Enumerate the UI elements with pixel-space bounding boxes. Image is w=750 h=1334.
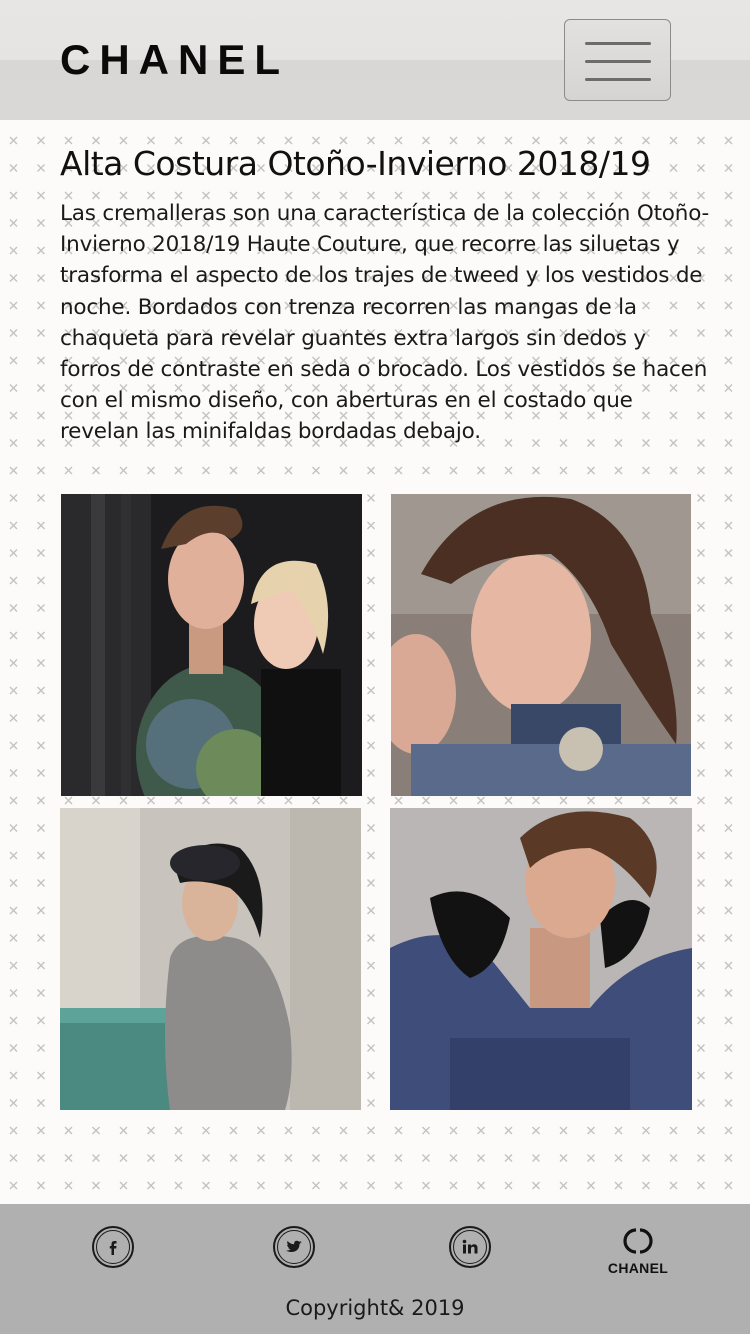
page-title: Alta Costura Otoño-Invierno 2018/19 xyxy=(60,144,651,183)
model-photo-4[interactable] xyxy=(390,808,692,1110)
hamburger-line xyxy=(585,42,651,45)
header: CHANEL xyxy=(0,0,750,120)
footer: CHANEL Copyright& 2019 xyxy=(0,1204,750,1334)
copyright-text: Copyright& 2019 xyxy=(285,1296,465,1320)
model-photo-2[interactable] xyxy=(391,494,691,796)
menu-button[interactable] xyxy=(564,19,671,101)
main-content: Alta Costura Otoño-Invierno 2018/19 Las … xyxy=(0,120,750,1204)
model-photo-3[interactable] xyxy=(60,808,361,1110)
linkedin-icon[interactable] xyxy=(449,1226,491,1268)
double-c-logo-icon xyxy=(623,1228,653,1254)
article-body: Las cremalleras son una característica d… xyxy=(60,201,710,445)
chanel-brand-icon[interactable]: CHANEL xyxy=(606,1226,670,1276)
hamburger-line xyxy=(585,60,651,63)
twitter-icon[interactable] xyxy=(273,1226,315,1268)
brand-wordmark: CHANEL xyxy=(607,1260,669,1276)
facebook-icon[interactable] xyxy=(92,1226,134,1268)
hamburger-line xyxy=(585,78,651,81)
chanel-logo[interactable]: CHANEL xyxy=(60,36,289,84)
model-photo-1[interactable] xyxy=(61,494,362,796)
